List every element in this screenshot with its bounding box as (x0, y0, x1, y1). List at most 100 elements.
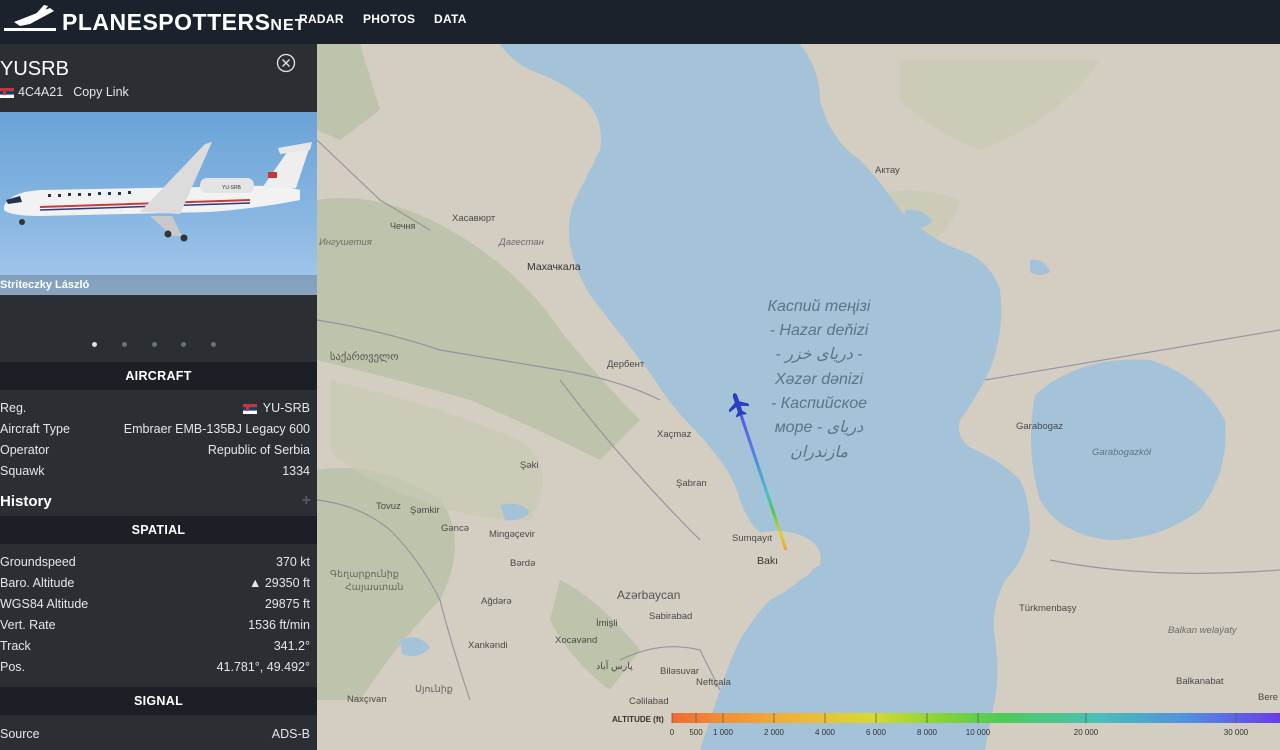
legend-tick-label: 8 000 (917, 728, 938, 737)
photo-carousel-dots (0, 342, 317, 352)
row-value: 29875 ft (264, 597, 310, 611)
svg-text:YU-SRB: YU-SRB (222, 185, 242, 191)
nav-data[interactable]: DATA (434, 12, 467, 26)
legend-tick-label: 4 000 (815, 728, 836, 737)
map-label: Sabirabad (649, 611, 692, 622)
top-bar: PLANESPOTTERSNET RADAR PHOTOS DATA (0, 0, 1280, 44)
row-value: 1334 (282, 464, 310, 478)
row-key: Vert. Rate (0, 618, 56, 632)
aircraft-row-squawk: Squawk 1334 (0, 464, 310, 484)
row-value: ADS-B (271, 727, 310, 741)
sea-label-line: - Каспийское (771, 395, 867, 412)
legend-tick-label: 30 000 (1224, 728, 1249, 737)
planespotters-logo[interactable]: PLANESPOTTERSNET (0, 0, 304, 44)
legend-tick-label: 6 000 (866, 728, 887, 737)
map-label: Naxçıvan (347, 694, 387, 705)
airplane-logo-icon (4, 5, 56, 31)
map-label: Şəki (520, 460, 538, 471)
row-value: YU-SRB (242, 401, 310, 415)
carousel-dot[interactable] (181, 342, 186, 347)
map-label: Cəlilabad (629, 696, 669, 707)
spatial-row-position: Pos. 41.781°, 49.492° (0, 660, 310, 680)
history-toggle[interactable]: History + (0, 492, 317, 517)
row-value: 341.2° (273, 639, 310, 653)
spatial-row-groundspeed: Groundspeed 370 kt (0, 555, 310, 575)
aircraft-info-panel: YUSRB 4C4A21 Copy Link YU-SRB Striteczky… (0, 44, 317, 750)
legend-tick-label: 1 000 (713, 728, 734, 737)
spatial-row-baro-altitude: Baro. Altitude ▲ 29350 ft (0, 576, 310, 596)
legend-tick-label: 20 000 (1074, 728, 1099, 737)
map-label: Garabogazköl (1092, 447, 1152, 458)
aircraft-row-operator: Operator Republic of Serbia (0, 443, 310, 463)
sea-label-line: море - دریای (775, 419, 864, 436)
map-label: Актау (875, 165, 900, 176)
map-label: Mingəçevir (489, 529, 535, 540)
map-label: İmişli (596, 618, 618, 629)
map-label: საქართველო (330, 350, 399, 363)
legend-tick-label: 0 (670, 728, 675, 737)
row-key: Source (0, 727, 40, 741)
carousel-dot[interactable] (211, 342, 216, 347)
row-key: Squawk (0, 464, 45, 478)
registration-title: YUSRB (0, 58, 69, 80)
row-value: 1536 ft/min (248, 618, 310, 632)
row-key: Operator (0, 443, 50, 457)
aircraft-row-reg: Reg. YU-SRB (0, 401, 310, 421)
map-label: Bere (1258, 692, 1278, 703)
carousel-dot[interactable] (152, 342, 157, 347)
reg-value: YU-SRB (262, 401, 310, 415)
map-label: پارس آباد (596, 659, 633, 672)
map-label: Xocavənd (555, 635, 597, 646)
hex-code: 4C4A21 (18, 85, 64, 99)
map-label: Ингушетия (319, 237, 372, 248)
nav-photos[interactable]: PHOTOS (363, 12, 415, 26)
row-key: Baro. Altitude (0, 576, 75, 590)
map-label: Ağdərə (481, 596, 512, 607)
row-value: Embraer EMB-135BJ Legacy 600 (123, 422, 310, 436)
map-label: Balkanabat (1176, 676, 1224, 687)
sea-label-line: - Hazar deňizi (770, 322, 869, 339)
serbia-flag-icon (0, 87, 14, 98)
row-value: ▲ 29350 ft (248, 576, 310, 590)
row-value: Republic of Serbia (207, 443, 310, 457)
hex-row: 4C4A21 Copy Link (0, 85, 129, 99)
map-label: Чечня (390, 221, 415, 231)
map-label: Хасавюрт (452, 213, 496, 224)
map-label: Azərbaycan (617, 588, 680, 602)
row-key: Reg. (0, 401, 27, 415)
expand-plus-icon[interactable]: + (302, 492, 311, 510)
legend-title: ALTITUDE (ft) (612, 715, 664, 724)
map-label: Дербент (607, 359, 645, 370)
radar-map[interactable]: Актау Хасавюрт Чечня Дагестан Ингушетия … (317, 44, 1280, 750)
map-label: Bakı (757, 555, 778, 567)
row-key: WGS84 Altitude (0, 597, 89, 611)
row-key: Track (0, 639, 31, 653)
map-label: Махачкала (527, 261, 581, 273)
spatial-section-header: SPATIAL (0, 516, 317, 544)
legend-tick-label: 2 000 (764, 728, 785, 737)
row-key: Groundspeed (0, 555, 76, 569)
map-label: Neftçala (696, 677, 732, 688)
row-value: 370 kt (275, 555, 310, 569)
map-label: Xaçmaz (657, 429, 692, 440)
spatial-row-vert-rate: Vert. Rate 1536 ft/min (0, 618, 310, 638)
map-label: Balkan welaýaty (1168, 625, 1238, 636)
carousel-dot[interactable] (92, 342, 97, 347)
close-icon[interactable] (276, 53, 296, 73)
serbia-flag-icon (242, 403, 257, 414)
carousel-dot[interactable] (122, 342, 127, 347)
photo-credit[interactable]: Striteczky László (0, 275, 317, 295)
copy-link[interactable]: Copy Link (73, 85, 129, 99)
map-label: Bərdə (510, 558, 535, 569)
row-key: Pos. (0, 660, 26, 674)
logo-text: PLANESPOTTERSNET (62, 9, 305, 36)
altitude-legend: ALTITUDE (ft) 0 500 1 000 2 000 4 000 6 000 8 … (600, 707, 1280, 750)
aircraft-photo[interactable]: YU-SRB Striteczky László (0, 112, 317, 295)
nav-radar[interactable]: RADAR (299, 12, 344, 26)
signal-row-source: Source ADS-B (0, 727, 310, 747)
legend-tick-label: 500 (689, 728, 703, 737)
map-label: Xankəndi (468, 640, 508, 651)
aircraft-section-header: AIRCRAFT (0, 362, 317, 390)
map-label: Tovuz (376, 501, 401, 512)
map-label: Türkmenbaşy (1019, 603, 1077, 614)
